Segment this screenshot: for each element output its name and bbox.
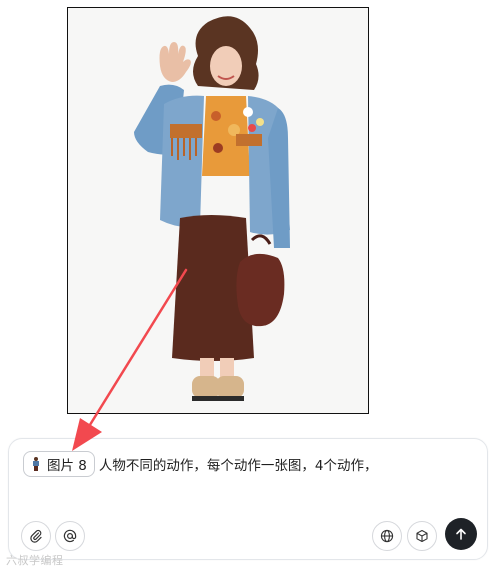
cube-icon: [416, 529, 428, 543]
image-thumbnail-icon: [30, 456, 42, 472]
mention-button[interactable]: [55, 521, 85, 551]
woman-illustration: [134, 16, 290, 401]
web-search-button[interactable]: [372, 521, 402, 551]
watermark: 六叔学编程: [6, 554, 64, 567]
prompt-composer[interactable]: 图片 8 人物不同的动作，每个动作一张图，4个动作，: [8, 438, 488, 560]
at-icon: [63, 529, 77, 543]
globe-icon: [380, 529, 394, 543]
image-chip-label: 图片 8: [47, 458, 87, 474]
prompt-text: 人物不同的动作，每个动作一张图，4个动作，: [98, 458, 378, 474]
prompt-input[interactable]: 图片 8 人物不同的动作，每个动作一张图，4个动作，: [23, 451, 377, 477]
send-button[interactable]: [445, 518, 477, 550]
paperclip-icon: [30, 529, 42, 543]
image-attachment-chip[interactable]: 图片 8: [23, 451, 95, 477]
arrow-up-icon: [456, 528, 466, 540]
reference-image: [67, 7, 369, 414]
model-button[interactable]: [407, 521, 437, 551]
attach-button[interactable]: [21, 521, 51, 551]
